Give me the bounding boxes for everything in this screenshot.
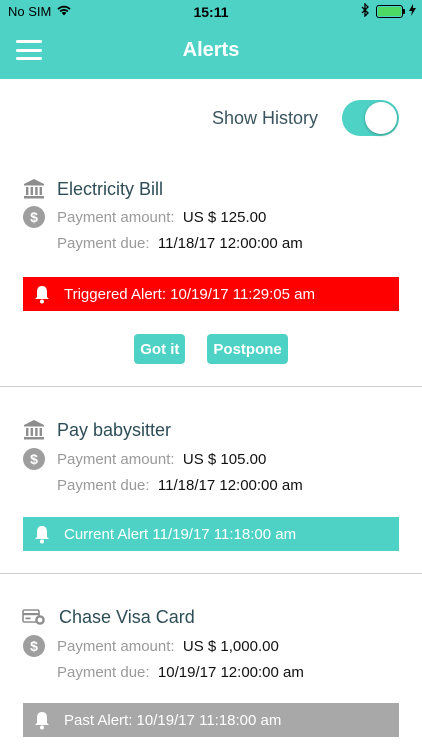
payment-amount-value: US $ 105.00 [182, 450, 267, 468]
alert-title: Electricity Bill [57, 178, 164, 199]
status-right-group [361, 2, 416, 20]
alert-title-row: Chase Visa Card [0, 600, 422, 634]
bell-icon [32, 524, 52, 544]
payment-amount-field: Payment amount: US $ 1,000.00 [57, 638, 279, 655]
payment-amount-row: $ Payment amount: US $ 125.00 [0, 204, 422, 230]
bell-icon [32, 710, 52, 730]
dollar-icon: $ [22, 205, 46, 229]
alert-title-row: Electricity Bill [0, 172, 422, 206]
alert-text: Triggered Alert: 10/19/17 11:29:05 am [64, 285, 315, 303]
page-title: Alerts [182, 39, 240, 61]
bell-icon [32, 284, 52, 304]
postpone-button[interactable]: Postpone [207, 334, 288, 364]
payment-due-value: 10/19/17 12:00:00 am [157, 663, 304, 681]
payment-due-row: Payment due: 10/19/17 12:00:00 am [0, 659, 422, 685]
past-alert-bar: Past Alert: 10/19/17 11:18:00 am [23, 703, 399, 737]
dollar-icon: $ [22, 447, 46, 471]
payment-due-row: Payment due: 11/18/17 12:00:00 am [0, 230, 422, 256]
payment-due-value: 11/18/17 12:00:00 am [157, 476, 303, 494]
payment-amount-label: Payment amount: [57, 450, 175, 468]
dollar-icon: $ [22, 634, 46, 658]
payment-due-value: 11/18/17 12:00:00 am [157, 234, 303, 252]
got-it-button[interactable]: Got it [134, 334, 186, 364]
battery-icon [376, 5, 405, 18]
payment-amount-label: Payment amount: [57, 637, 175, 655]
bank-icon [22, 177, 46, 201]
alert-title: Pay babysitter [57, 419, 172, 440]
bank-icon [22, 418, 46, 442]
alert-card-pay-babysitter: Pay babysitter $ Payment amount: US $ 10… [0, 387, 422, 574]
alert-card-electricity-bill: Electricity Bill $ Payment amount: US $ … [0, 159, 422, 387]
bluetooth-icon [361, 2, 370, 20]
payment-amount-row: $ Payment amount: US $ 105.00 [0, 446, 422, 472]
alert-title-row: Pay babysitter [0, 413, 422, 447]
payment-due-field: Payment due: 10/19/17 12:00:00 am [57, 664, 304, 681]
alert-card-chase-visa: Chase Visa Card $ Payment amount: US $ 1… [0, 574, 422, 749]
payment-amount-field: Payment amount: US $ 125.00 [57, 209, 266, 226]
show-history-row: Show History [0, 79, 422, 159]
alert-actions: Got it Postpone [0, 334, 422, 364]
alert-text: Past Alert: 10/19/17 11:18:00 am [64, 711, 282, 729]
payment-due-row: Payment due: 11/18/17 12:00:00 am [0, 472, 422, 498]
payment-due-label: Payment due: [57, 476, 150, 494]
current-alert-bar: Current Alert 11/19/17 11:18:00 am [23, 517, 399, 551]
top-bar: No SIM 15:11 Alerts [0, 0, 422, 79]
charging-icon [409, 4, 416, 19]
payment-amount-field: Payment amount: US $ 105.00 [57, 451, 266, 468]
payment-due-field: Payment due: 11/18/17 12:00:00 am [57, 235, 303, 252]
payment-due-field: Payment due: 11/18/17 12:00:00 am [57, 477, 303, 494]
show-history-label: Show History [211, 108, 318, 128]
payment-amount-value: US $ 125.00 [182, 208, 267, 226]
payment-due-label: Payment due: [57, 234, 150, 252]
triggered-alert-bar: Triggered Alert: 10/19/17 11:29:05 am [23, 277, 399, 311]
credit-card-icon [22, 605, 46, 629]
payment-amount-label: Payment amount: [57, 208, 175, 226]
payment-due-label: Payment due: [57, 663, 150, 681]
payment-amount-row: $ Payment amount: US $ 1,000.00 [0, 633, 422, 659]
show-history-toggle[interactable] [342, 100, 399, 136]
status-time: 15:11 [193, 4, 229, 20]
alert-text: Current Alert 11/19/17 11:18:00 am [64, 525, 297, 543]
status-bar: No SIM 15:11 [0, 0, 422, 24]
payment-amount-value: US $ 1,000.00 [182, 637, 279, 655]
navigation-bar: Alerts [0, 24, 422, 79]
alert-title: Chase Visa Card [59, 606, 195, 627]
